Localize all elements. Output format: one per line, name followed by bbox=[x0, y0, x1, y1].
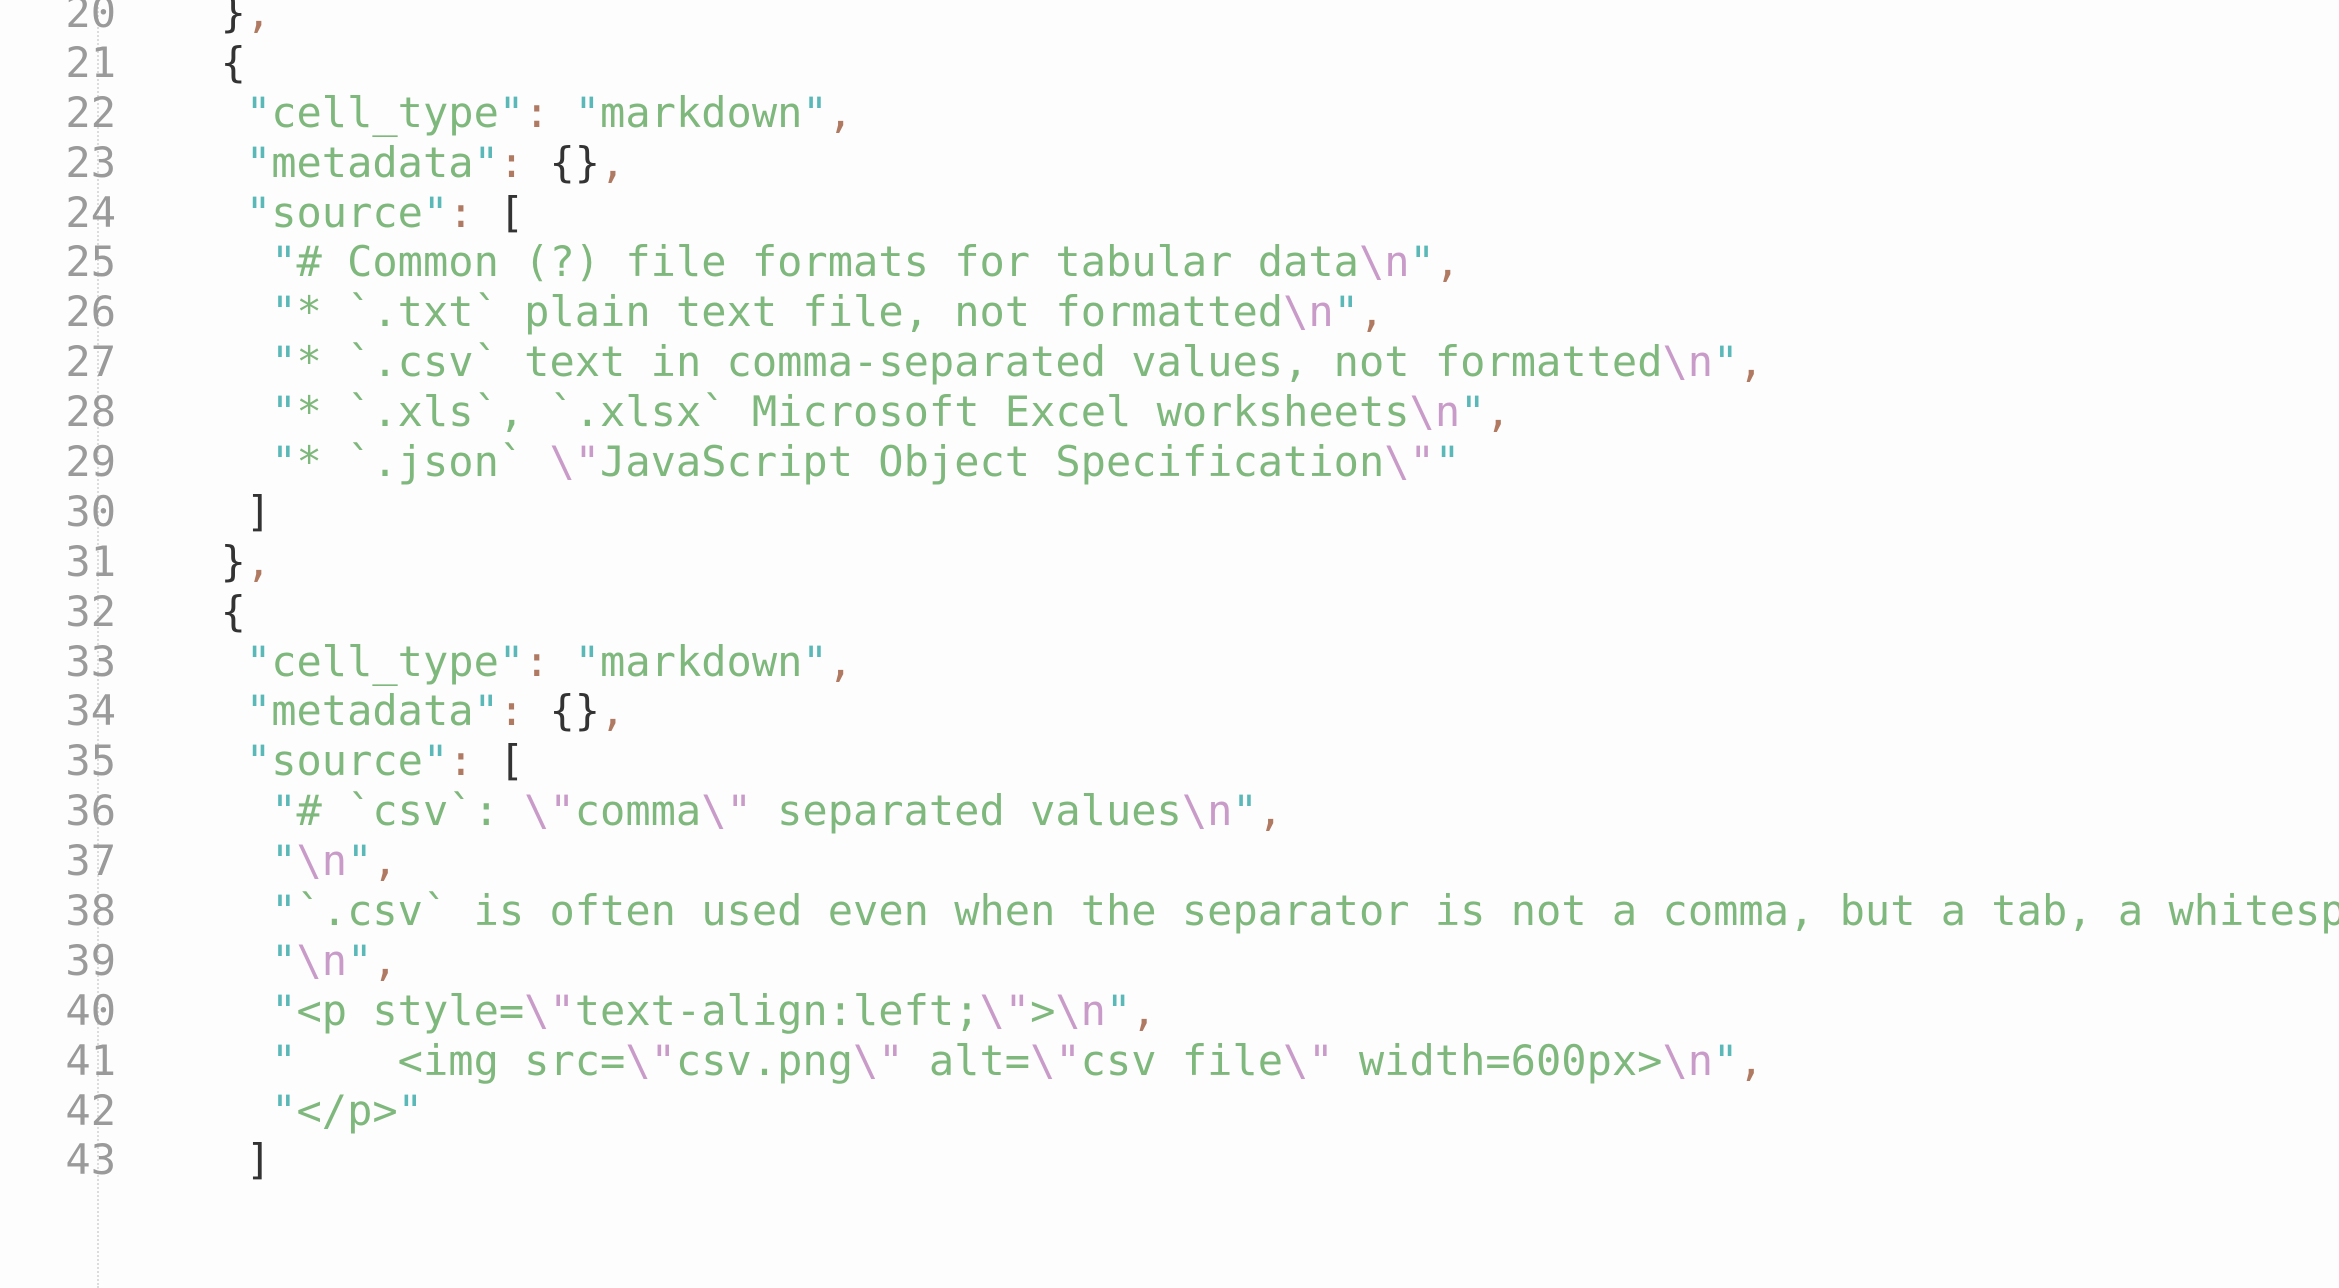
code-text: "metadata": {}, bbox=[245, 686, 626, 736]
code-line[interactable]: 24 "source": [ bbox=[0, 188, 2339, 238]
line-number: 43 bbox=[65, 1135, 116, 1185]
line-number: 39 bbox=[65, 935, 116, 985]
code-text: "<p style=\"text-align:left;\">\n", bbox=[271, 985, 1157, 1035]
line-number: 26 bbox=[65, 287, 116, 337]
code-line[interactable]: 27 "* `.csv` text in comma-separated val… bbox=[0, 337, 2339, 387]
code-editor[interactable]: 20 }, 21 {22 "cell_type": "markdown", 23 "… bbox=[0, 0, 2339, 1288]
code-text: "source": [ bbox=[245, 187, 525, 237]
code-line[interactable]: 33 "cell_type": "markdown", bbox=[0, 637, 2339, 687]
code-text: { bbox=[220, 586, 246, 636]
code-text: "</p>" bbox=[271, 1085, 423, 1135]
code-text: "# `csv`: \"comma\" separated values\n", bbox=[271, 786, 1284, 836]
code-line[interactable]: 35 "source": [ bbox=[0, 736, 2339, 786]
code-line[interactable]: 28 "* `.xls`, `.xlsx` Microsoft Excel wo… bbox=[0, 387, 2339, 437]
line-number: 42 bbox=[65, 1085, 116, 1135]
code-line[interactable]: 26 "* `.txt` plain text file, not format… bbox=[0, 287, 2339, 337]
line-number: 29 bbox=[65, 437, 116, 487]
code-text: "* `.xls`, `.xlsx` Microsoft Excel works… bbox=[271, 387, 1511, 437]
code-text: "* `.txt` plain text file, not formatted… bbox=[271, 287, 1385, 337]
line-number: 38 bbox=[65, 886, 116, 936]
line-number: 28 bbox=[65, 387, 116, 437]
line-number: 36 bbox=[65, 786, 116, 836]
code-line[interactable]: 20 }, bbox=[0, 0, 2339, 38]
line-number: 34 bbox=[65, 686, 116, 736]
line-number: 21 bbox=[65, 37, 116, 87]
line-number: 41 bbox=[65, 1035, 116, 1085]
code-line[interactable]: 34 "metadata": {}, bbox=[0, 686, 2339, 736]
line-number: 20 bbox=[65, 0, 116, 37]
code-line[interactable]: 22 "cell_type": "markdown", bbox=[0, 88, 2339, 138]
line-number: 23 bbox=[65, 137, 116, 187]
code-line[interactable]: 21 { bbox=[0, 38, 2339, 88]
line-number: 30 bbox=[65, 486, 116, 536]
line-number: 40 bbox=[65, 985, 116, 1035]
code-text: "* `.json` \"JavaScript Object Specifica… bbox=[271, 437, 1461, 487]
code-text: "source": [ bbox=[245, 736, 525, 786]
code-text: "# Common (?) file formats for tabular d… bbox=[271, 237, 1461, 287]
code-line[interactable]: 36 "# `csv`: \"comma\" separated values\… bbox=[0, 786, 2339, 836]
code-text: " <img src=\"csv.png\" alt=\"csv file\" … bbox=[271, 1035, 1764, 1085]
line-number: 33 bbox=[65, 636, 116, 686]
line-number: 22 bbox=[65, 87, 116, 137]
code-text: }, bbox=[220, 536, 272, 586]
code-lines: 20 }, 21 {22 "cell_type": "markdown", 23 "… bbox=[0, 0, 2339, 1185]
line-number: 27 bbox=[65, 337, 116, 387]
line-number: 35 bbox=[65, 736, 116, 786]
code-text: "cell_type": "markdown", bbox=[245, 87, 854, 137]
code-text: "* `.csv` text in comma-separated values… bbox=[271, 337, 1764, 387]
code-text: "cell_type": "markdown", bbox=[245, 636, 854, 686]
code-line[interactable]: 39 "\n", bbox=[0, 936, 2339, 986]
code-text: "\n", bbox=[271, 836, 398, 886]
code-text: "\n", bbox=[271, 935, 398, 985]
code-line[interactable]: 38 "`.csv` is often used even when the s… bbox=[0, 886, 2339, 936]
code-text: { bbox=[220, 37, 246, 87]
code-line[interactable]: 41 " <img src=\"csv.png\" alt=\"csv file… bbox=[0, 1036, 2339, 1086]
code-line[interactable]: 37 "\n", bbox=[0, 836, 2339, 886]
code-text: "metadata": {}, bbox=[245, 137, 626, 187]
code-line[interactable]: 40 "<p style=\"text-align:left;\">\n", bbox=[0, 986, 2339, 1036]
code-line[interactable]: 43 ] bbox=[0, 1135, 2339, 1185]
line-number: 32 bbox=[65, 586, 116, 636]
line-number: 24 bbox=[65, 187, 116, 237]
line-number: 37 bbox=[65, 836, 116, 886]
code-line[interactable]: 25 "# Common (?) file formats for tabula… bbox=[0, 237, 2339, 287]
code-line[interactable]: 30 ] bbox=[0, 487, 2339, 537]
code-text: }, bbox=[220, 0, 272, 37]
code-line[interactable]: 23 "metadata": {}, bbox=[0, 138, 2339, 188]
code-line[interactable]: 29 "* `.json` \"JavaScript Object Specif… bbox=[0, 437, 2339, 487]
code-text: ] bbox=[245, 486, 272, 536]
code-line[interactable]: 32 { bbox=[0, 587, 2339, 637]
code-text: ] bbox=[245, 1135, 272, 1185]
code-line[interactable]: 31 }, bbox=[0, 537, 2339, 587]
code-line[interactable]: 42 "</p>" bbox=[0, 1086, 2339, 1136]
code-text: "`.csv` is often used even when the sepa… bbox=[271, 886, 2339, 936]
line-number: 31 bbox=[65, 536, 116, 586]
line-number: 25 bbox=[65, 237, 116, 287]
